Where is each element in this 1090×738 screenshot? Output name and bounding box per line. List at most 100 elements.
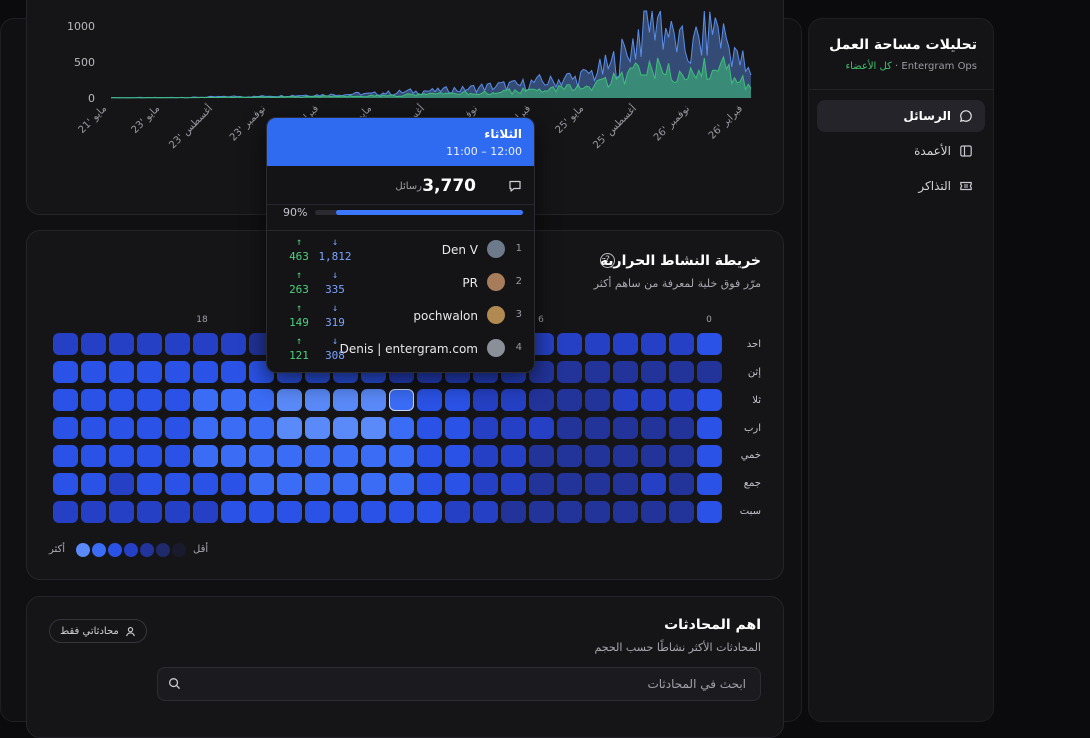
heatmap-cell[interactable] [137,445,162,467]
heatmap-cell[interactable] [445,501,470,523]
heatmap-cell[interactable] [389,445,414,467]
heatmap-cell[interactable] [305,445,330,467]
heatmap-cell[interactable] [641,501,666,523]
heatmap-cell[interactable] [641,333,666,355]
help-icon[interactable]: ? [600,253,615,268]
heatmap-cell[interactable] [669,417,694,439]
members-filter-link[interactable]: كل الأعضاء [845,61,891,72]
heatmap-cell[interactable] [221,417,246,439]
heatmap-cell[interactable] [333,473,358,495]
heatmap-cell[interactable] [81,417,106,439]
heatmap-cell[interactable] [277,501,302,523]
heatmap-cell[interactable] [417,417,442,439]
heatmap-cell[interactable] [249,389,274,411]
heatmap-cell[interactable] [473,417,498,439]
heatmap-cell[interactable] [501,417,526,439]
heatmap-cell[interactable] [669,473,694,495]
heatmap-cell[interactable] [305,473,330,495]
heatmap-cell[interactable] [137,333,162,355]
heatmap-cell[interactable] [193,501,218,523]
heatmap-cell[interactable] [249,417,274,439]
heatmap-cell[interactable] [333,445,358,467]
heatmap-cell[interactable] [137,389,162,411]
heatmap-cell[interactable] [193,417,218,439]
heatmap-cell[interactable] [277,445,302,467]
heatmap-cell[interactable] [697,473,722,495]
heatmap-cell[interactable] [445,445,470,467]
heatmap-cell[interactable] [697,417,722,439]
heatmap-cell[interactable] [529,473,554,495]
heatmap-cell[interactable] [53,417,78,439]
heatmap-cell[interactable] [53,445,78,467]
heatmap-cell[interactable] [641,417,666,439]
heatmap-cell[interactable] [557,417,582,439]
heatmap-cell[interactable] [109,501,134,523]
heatmap-cell[interactable] [193,445,218,467]
heatmap-cell[interactable] [53,361,78,383]
heatmap-cell[interactable] [641,445,666,467]
heatmap-cell[interactable] [697,445,722,467]
heatmap-cell[interactable] [361,389,386,411]
sidebar-item-columns[interactable]: الأعمدة [817,135,985,167]
heatmap-cell[interactable] [193,361,218,383]
heatmap-cell[interactable] [53,501,78,523]
heatmap-cell[interactable] [221,389,246,411]
heatmap-cell[interactable] [669,361,694,383]
heatmap-cell[interactable] [445,389,470,411]
heatmap-cell[interactable] [221,333,246,355]
heatmap-cell[interactable] [81,389,106,411]
heatmap-cell[interactable] [613,333,638,355]
heatmap-cell[interactable] [81,501,106,523]
heatmap-cell[interactable] [109,333,134,355]
heatmap-cell[interactable] [473,445,498,467]
heatmap-cell[interactable] [501,445,526,467]
heatmap-cell[interactable] [361,473,386,495]
heatmap-cell[interactable] [193,473,218,495]
heatmap-cell[interactable] [613,473,638,495]
heatmap-cell[interactable] [81,361,106,383]
heatmap-cell[interactable] [585,501,610,523]
heatmap-cell[interactable] [137,417,162,439]
heatmap-cell[interactable] [697,501,722,523]
heatmap-cell[interactable] [81,473,106,495]
heatmap-cell[interactable] [277,417,302,439]
heatmap-cell[interactable] [557,473,582,495]
heatmap-cell[interactable] [585,473,610,495]
heatmap-cell[interactable] [249,445,274,467]
heatmap-cell[interactable] [333,417,358,439]
heatmap-cell[interactable] [165,445,190,467]
heatmap-cell[interactable] [613,417,638,439]
heatmap-cell[interactable] [81,333,106,355]
heatmap-cell[interactable] [109,361,134,383]
heatmap-cell[interactable] [137,473,162,495]
heatmap-cell[interactable] [165,361,190,383]
sidebar-item-messages[interactable]: الرسائل [817,100,985,132]
heatmap-cell[interactable] [333,389,358,411]
heatmap-cell[interactable] [557,361,582,383]
heatmap-cell[interactable] [641,389,666,411]
heatmap-cell[interactable] [165,417,190,439]
heatmap-cell[interactable] [389,473,414,495]
heatmap-cell[interactable] [305,501,330,523]
heatmap-cell[interactable] [137,361,162,383]
heatmap-cell[interactable] [193,389,218,411]
heatmap-cell[interactable] [417,501,442,523]
heatmap-cell[interactable] [613,389,638,411]
heatmap-cell[interactable] [669,333,694,355]
heatmap-cell[interactable] [53,389,78,411]
heatmap-cell[interactable] [445,417,470,439]
heatmap-cell[interactable] [641,473,666,495]
heatmap-cell[interactable] [473,389,498,411]
heatmap-cell[interactable] [389,417,414,439]
heatmap-cell[interactable] [613,445,638,467]
heatmap-cell[interactable] [389,501,414,523]
heatmap-cell[interactable] [697,361,722,383]
heatmap-cell[interactable] [585,361,610,383]
heatmap-cell[interactable] [53,333,78,355]
heatmap-cell[interactable] [221,501,246,523]
heatmap-cell[interactable] [697,389,722,411]
heatmap-cell[interactable] [305,417,330,439]
heatmap-cell[interactable] [361,445,386,467]
heatmap-cell[interactable] [193,333,218,355]
heatmap-cell[interactable] [165,501,190,523]
